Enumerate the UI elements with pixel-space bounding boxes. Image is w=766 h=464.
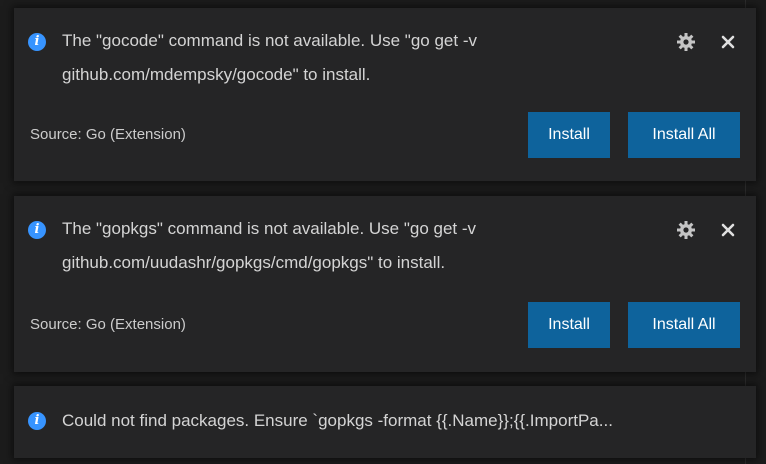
install-all-button[interactable]: Install All bbox=[628, 302, 740, 348]
info-icon: i bbox=[28, 221, 46, 239]
message-line: The "gopkgs" command is not available. U… bbox=[62, 219, 477, 238]
message-line: The "gocode" command is not available. U… bbox=[62, 31, 477, 50]
close-icon[interactable] bbox=[721, 223, 735, 237]
message-line: github.com/uudashr/gopkgs/cmd/gopkgs" to… bbox=[62, 253, 446, 272]
message-line: github.com/mdempsky/gocode" to install. bbox=[62, 65, 371, 84]
notification-toast-gopkgs: i The "gopkgs" command is not available.… bbox=[14, 196, 756, 372]
info-icon: i bbox=[28, 412, 46, 430]
install-button[interactable]: Install bbox=[528, 302, 610, 348]
notification-area: i The "gocode" command is not available.… bbox=[0, 0, 766, 464]
info-icon: i bbox=[28, 33, 46, 51]
notification-message: The "gopkgs" command is not available. U… bbox=[62, 212, 622, 280]
gear-icon[interactable] bbox=[676, 32, 696, 52]
notification-message: Could not find packages. Ensure `gopkgs … bbox=[62, 411, 613, 430]
close-icon[interactable] bbox=[721, 35, 735, 49]
install-button[interactable]: Install bbox=[528, 112, 610, 158]
notification-message: The "gocode" command is not available. U… bbox=[62, 24, 622, 92]
notification-toast-gocode: i The "gocode" command is not available.… bbox=[14, 8, 756, 181]
install-all-button[interactable]: Install All bbox=[628, 112, 740, 158]
notification-source: Source: Go (Extension) bbox=[30, 126, 186, 143]
notification-toast-packages: i Could not find packages. Ensure `gopkg… bbox=[14, 386, 756, 458]
notification-source: Source: Go (Extension) bbox=[30, 316, 186, 333]
gear-icon[interactable] bbox=[676, 220, 696, 240]
